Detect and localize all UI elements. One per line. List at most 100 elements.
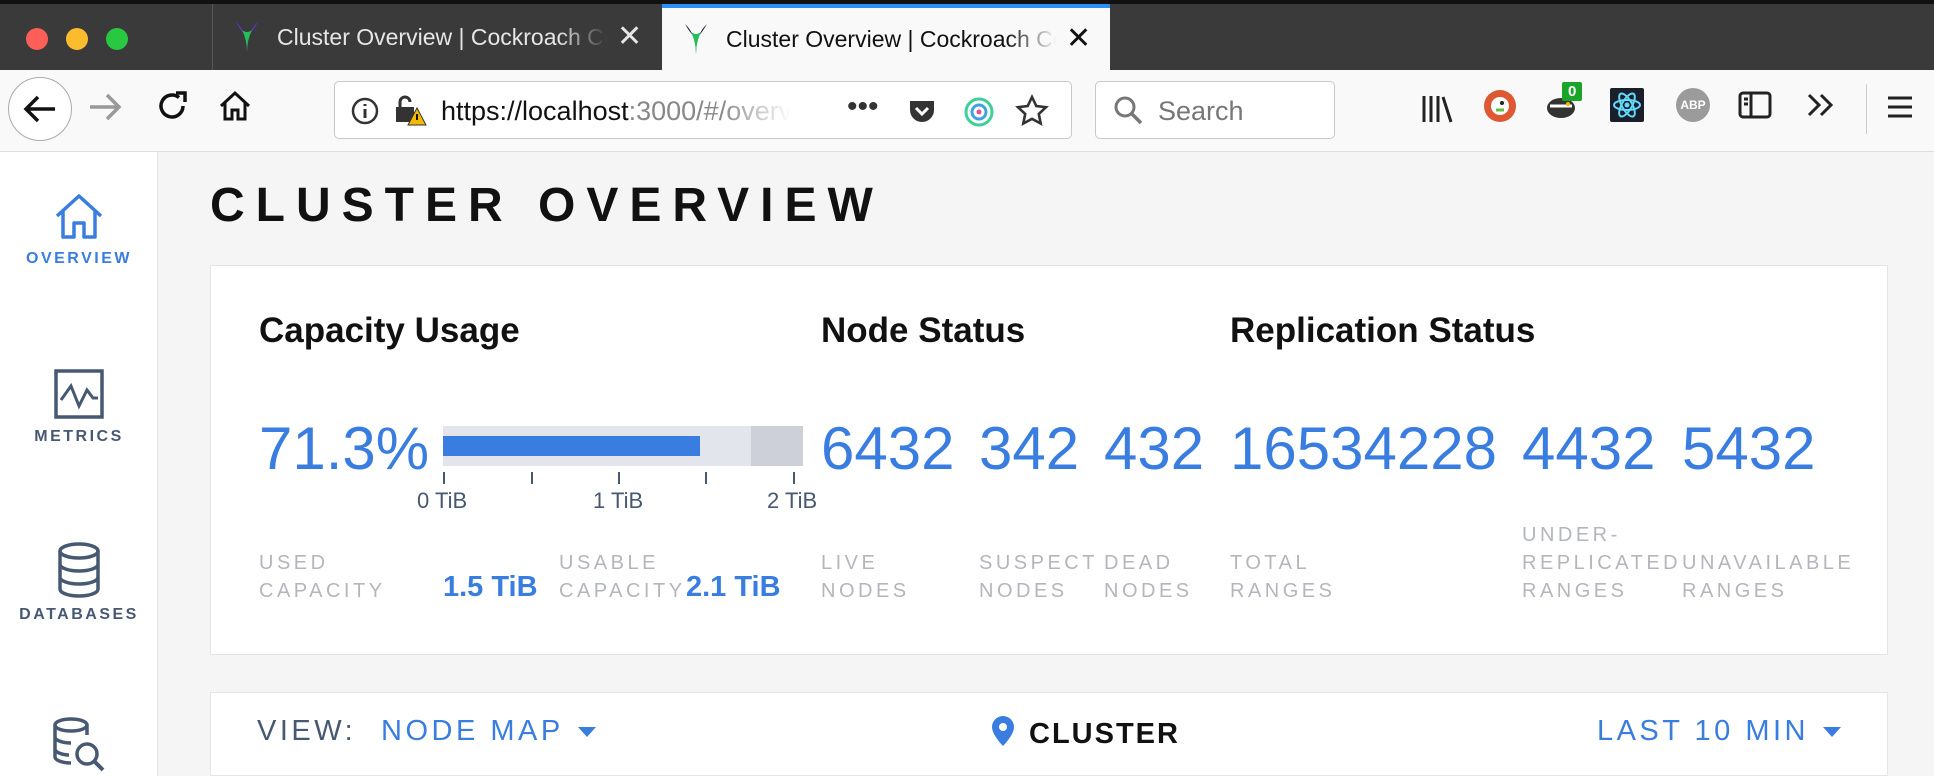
browser-tab-2[interactable]: Cluster Overview | Cockroach Console ✕ [662, 4, 1110, 70]
capacity-percent: 71.3% [259, 415, 430, 482]
browser-titlebar: Cluster Overview | Cockroach Console ✕ C… [0, 0, 1934, 70]
database-icon [58, 542, 100, 598]
sidebar: OVERVIEW METRICS DATABASES [0, 152, 158, 776]
lock-warning-icon[interactable] [393, 94, 427, 128]
label-line: NODES [1104, 580, 1193, 602]
live-nodes-value: 6432 [821, 415, 955, 482]
view-dropdown-value: NODE MAP [381, 715, 564, 747]
toolbar-separator [1866, 84, 1867, 134]
capacity-bar [443, 426, 803, 466]
cluster-summary-card: Capacity Usage 71.3% 0 TiB 1 TiB 2 TiB U… [210, 265, 1888, 655]
star-icon[interactable] [1015, 94, 1049, 128]
capacity-tick [443, 472, 445, 484]
capacity-tick [793, 472, 795, 484]
sidebar-item-label: OVERVIEW [26, 250, 132, 267]
usable-capacity-value: 2.1 TiB [686, 571, 781, 603]
dead-nodes-label: DEAD NODES [1104, 549, 1193, 605]
total-ranges-value: 16534228 [1230, 415, 1497, 482]
capacity-bar-limit [751, 426, 803, 466]
reload-icon [159, 91, 187, 119]
under-replicated-ranges-label: UNDER- REPLICATED RANGES [1522, 521, 1681, 605]
location-pin-icon [992, 716, 1014, 746]
sidebar-item-databases[interactable]: DATABASES [0, 542, 158, 624]
view-toolbar: VIEW: NODE MAP CLUSTER LAST 10 MIN [210, 692, 1888, 776]
duckduckgo-icon[interactable] [1482, 88, 1518, 124]
label-line: REPLICATED [1522, 552, 1682, 574]
back-arrow-icon [23, 95, 55, 123]
page-title: CLUSTER OVERVIEW [210, 179, 884, 232]
capacity-tick [618, 472, 620, 484]
cockroach-logo-icon [685, 24, 707, 54]
search-bar[interactable]: Search [1095, 81, 1335, 139]
view-dropdown[interactable]: NODE MAP [381, 715, 596, 748]
capacity-title: Capacity Usage [259, 311, 520, 350]
sidebar-item-metrics[interactable]: METRICS [0, 368, 158, 446]
home-icon [219, 90, 251, 121]
url-bar[interactable]: https://localhost:3000/#/overview ••• [334, 81, 1072, 139]
forward-button[interactable] [88, 92, 122, 122]
url-path: :3000/#/overview [628, 96, 791, 126]
forward-arrow-icon [90, 93, 122, 121]
url-host: https://localhost [441, 96, 629, 126]
database-search-icon [53, 717, 105, 772]
more-icon[interactable]: ••• [847, 90, 879, 124]
label-line: RANGES [1682, 580, 1788, 602]
target-icon[interactable] [963, 96, 995, 128]
back-button[interactable] [8, 77, 72, 141]
label-line: TOTAL [1230, 552, 1311, 574]
reload-button[interactable] [156, 90, 188, 122]
label-line: DEAD [1104, 552, 1174, 574]
window-maximize-button[interactable] [106, 28, 128, 50]
label-line: LIVE [821, 552, 879, 574]
label-line: CAPACITY [259, 580, 386, 602]
usable-capacity-label: USABLE CAPACITY [559, 549, 686, 605]
label-line: RANGES [1230, 580, 1336, 602]
adblock-label: ABP [1680, 98, 1706, 112]
used-capacity-value: 1.5 TiB [443, 571, 538, 603]
sidebar-toggle-icon[interactable] [1738, 90, 1772, 120]
capacity-bar-used [443, 436, 700, 456]
chevron-down-icon [577, 727, 596, 738]
sidebar-item-statements[interactable] [0, 716, 158, 772]
label-line: UNAVAILABLE [1682, 552, 1855, 574]
tab-title: Cluster Overview | Cockroach Console [726, 25, 1056, 52]
home-button[interactable] [218, 89, 252, 123]
label-line: USABLE [559, 552, 659, 574]
url-text[interactable]: https://localhost:3000/#/overview [441, 96, 791, 127]
label-line: NODES [979, 580, 1068, 602]
breadcrumb-label: CLUSTER [1029, 718, 1180, 750]
breadcrumb[interactable]: CLUSTER [991, 715, 1180, 751]
close-icon[interactable]: ✕ [617, 22, 642, 52]
under-replicated-ranges-value: 4432 [1522, 415, 1656, 482]
pocket-icon[interactable] [907, 96, 937, 126]
used-capacity-label: USED CAPACITY [259, 549, 386, 605]
capacity-tick-label: 1 TiB [593, 488, 644, 513]
search-placeholder: Search [1158, 96, 1244, 126]
label-line: CAPACITY [559, 580, 686, 602]
total-ranges-label: TOTAL RANGES [1230, 549, 1335, 605]
time-range-dropdown[interactable]: LAST 10 MIN [1597, 715, 1841, 748]
view-label: VIEW: [257, 715, 357, 747]
unavailable-ranges-value: 5432 [1682, 415, 1816, 482]
window-close-button[interactable] [26, 28, 48, 50]
sidebar-item-label: METRICS [34, 428, 124, 445]
hamburger-menu-icon[interactable] [1886, 94, 1914, 120]
close-icon[interactable]: ✕ [1066, 24, 1091, 54]
adblock-icon[interactable]: ABP [1676, 88, 1710, 122]
window-minimize-button[interactable] [66, 28, 88, 50]
browser-tab-1[interactable]: Cluster Overview | Cockroach Console ✕ [212, 4, 662, 70]
info-icon[interactable] [351, 97, 379, 125]
library-icon[interactable] [1420, 92, 1454, 126]
react-devtools-button[interactable] [1610, 88, 1644, 122]
label-line: UNDER- [1522, 524, 1621, 546]
suspect-nodes-label: SUSPECT NODES [979, 549, 1098, 605]
cockroach-logo-icon [236, 22, 258, 52]
capacity-tick-label: 2 TiB [767, 488, 818, 513]
chart-icon [54, 369, 104, 419]
capacity-tick-label: 0 TiB [417, 488, 468, 513]
capacity-tick [705, 472, 707, 484]
overflow-icon[interactable] [1806, 92, 1836, 118]
home-icon [55, 194, 103, 239]
sidebar-item-overview[interactable]: OVERVIEW [0, 190, 158, 268]
label-line: RANGES [1522, 580, 1628, 602]
